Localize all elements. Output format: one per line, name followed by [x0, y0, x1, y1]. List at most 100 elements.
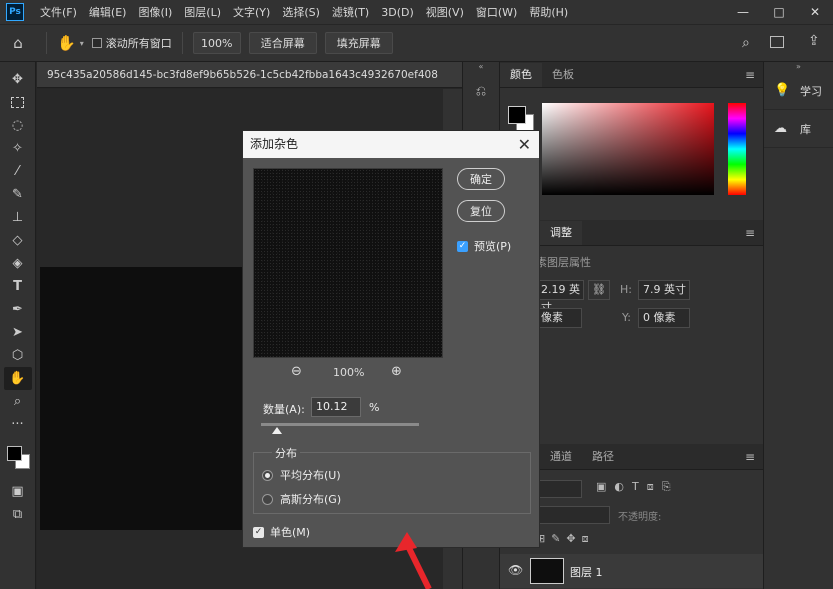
menu-filter[interactable]: 滤镜(T)	[326, 4, 375, 20]
amount-slider-thumb[interactable]	[271, 427, 282, 434]
tab-color[interactable]: 颜色	[500, 63, 542, 87]
layer-row[interactable]: 👁 图层 1	[500, 554, 763, 588]
document-tab[interactable]: 95c435a20586d145-bc3fd8ef9b65b526-1c5cb4…	[37, 62, 462, 88]
more-tools-icon[interactable]: ···	[4, 413, 32, 436]
menu-edit[interactable]: 编辑(E)	[83, 4, 133, 20]
quick-mask-icon[interactable]: ▣	[4, 480, 32, 503]
gaussian-radio[interactable]: 高斯分布(G)	[262, 491, 341, 507]
link-icon[interactable]: ⛓	[588, 280, 610, 300]
menu-image[interactable]: 图像(I)	[132, 4, 178, 20]
zoom-out-icon[interactable]: ⊖	[291, 364, 302, 379]
amount-field[interactable]: 10.12	[311, 397, 361, 417]
visibility-eye-icon[interactable]: 👁	[508, 563, 523, 577]
search-icon[interactable]: ⌕	[742, 35, 750, 51]
hue-slider[interactable]	[728, 103, 746, 195]
ok-button[interactable]: 确定	[457, 168, 505, 190]
color-field[interactable]	[542, 103, 714, 195]
shape-tool-icon[interactable]: ⬡	[4, 344, 32, 367]
width-field[interactable]: 2.19 英寸	[536, 280, 584, 314]
radio-selected-icon[interactable]	[262, 469, 273, 481]
checkbox-checked-icon[interactable]: ✓	[253, 526, 264, 538]
y-field[interactable]: 0 像素	[638, 308, 690, 328]
scroll-all-checkbox[interactable]: 滚动所有窗口	[91, 35, 172, 51]
maximize-button[interactable]: □	[761, 5, 797, 19]
hand-tool-icon[interactable]: ✋	[57, 34, 76, 52]
workspace-icon[interactable]	[770, 36, 784, 48]
tab-paths[interactable]: 路径	[582, 445, 624, 469]
foreground-color-swatch[interactable]	[508, 106, 526, 124]
foreground-color-swatch[interactable]	[6, 446, 22, 461]
color-swatches[interactable]	[3, 438, 33, 472]
tab-channels[interactable]: 通道	[540, 445, 582, 469]
magic-wand-tool-icon[interactable]: ✧	[4, 137, 32, 160]
path-select-tool-icon[interactable]: ➤	[4, 321, 32, 344]
menu-type[interactable]: 文字(Y)	[227, 4, 276, 20]
reset-button[interactable]: 复位	[457, 200, 505, 222]
tab-adjustments[interactable]: 调整	[540, 221, 582, 245]
screen-mode-icon[interactable]: ⧉	[4, 503, 32, 526]
pen-tool-icon[interactable]: ✒	[4, 298, 32, 321]
layer-name[interactable]: 图层 1	[570, 564, 603, 580]
amount-slider-track[interactable]	[261, 423, 419, 426]
x-field[interactable]: 像素	[536, 308, 582, 328]
eraser-tool-icon[interactable]: ◇	[4, 229, 32, 252]
library-item[interactable]: ☁ 库	[764, 110, 833, 148]
lasso-tool-icon[interactable]: ◌	[4, 114, 32, 137]
preview-label: 预览(P)	[474, 240, 512, 253]
height-field[interactable]: 7.9 英寸	[638, 280, 690, 300]
close-icon[interactable]: ✕	[518, 131, 531, 158]
move-tool-icon[interactable]: ✥	[4, 68, 32, 91]
panel-menu-icon[interactable]: ≡	[745, 226, 755, 240]
radio-unselected-icon[interactable]	[262, 493, 273, 505]
menu-view[interactable]: 视图(V)	[420, 4, 470, 20]
eyedropper-tool-icon[interactable]: ⁄	[4, 160, 32, 183]
zoom-tool-icon[interactable]: ⌕	[4, 390, 32, 413]
properties-title: 素图层属性	[536, 256, 591, 269]
hand-tool-icon[interactable]: ✋	[3, 367, 32, 390]
lightbulb-icon: 💡	[774, 83, 791, 98]
stamp-tool-icon[interactable]: ⊥	[4, 206, 32, 229]
monochrome-checkbox[interactable]: ✓ 单色(M)	[253, 524, 310, 540]
menu-3d[interactable]: 3D(D)	[375, 6, 420, 19]
menu-help[interactable]: 帮助(H)	[523, 4, 574, 20]
learn-item[interactable]: 💡 学习	[764, 72, 833, 110]
marquee-tool-icon[interactable]	[4, 91, 32, 114]
share-icon[interactable]: ⇪	[808, 33, 820, 49]
tab-swatches[interactable]: 色板	[542, 63, 584, 87]
layer-lock-icons[interactable]: ⊞✎✥⧈	[536, 532, 595, 546]
menu-select[interactable]: 选择(S)	[276, 4, 326, 20]
history-icon[interactable]: ⎌	[470, 84, 492, 106]
brush-tool-icon[interactable]: ✎	[4, 183, 32, 206]
panel-menu-icon[interactable]: ≡	[745, 68, 755, 82]
zoom-in-icon[interactable]: ⊕	[391, 364, 402, 379]
preview-checkbox[interactable]: ✓ 预览(P)	[457, 238, 511, 254]
checkbox-box[interactable]	[91, 38, 102, 48]
paint-bucket-tool-icon[interactable]: ◈	[4, 252, 32, 275]
menu-window[interactable]: 窗口(W)	[470, 4, 523, 20]
panel-menu-icon[interactable]: ≡	[745, 450, 755, 464]
collapse-icon[interactable]: »	[764, 62, 833, 72]
learn-panel: » 💡 学习 ☁ 库	[763, 62, 833, 589]
type-tool-icon[interactable]: T	[4, 275, 32, 298]
menu-layer[interactable]: 图层(L)	[178, 4, 227, 20]
menu-bar: Ps 文件(F) 编辑(E) 图像(I) 图层(L) 文字(Y) 选择(S) 滤…	[0, 0, 833, 24]
fill-screen-button[interactable]: 填充屏幕	[324, 32, 393, 54]
close-window-button[interactable]: ✕	[797, 5, 833, 19]
menu-file[interactable]: 文件(F)	[34, 4, 83, 20]
library-icon: ☁	[774, 121, 787, 136]
layer-filter-icons[interactable]: ▣◐T⧈⎘	[596, 480, 679, 494]
blend-mode-dropdown[interactable]	[536, 506, 610, 524]
layer-thumbnail[interactable]	[530, 558, 564, 584]
uniform-radio[interactable]: 平均分布(U)	[262, 467, 341, 483]
minimize-button[interactable]: —	[725, 5, 761, 19]
checkbox-checked-icon[interactable]: ✓	[457, 240, 468, 252]
zoom-100-button[interactable]: 100%	[192, 32, 241, 54]
home-icon[interactable]: ⌂	[0, 34, 36, 52]
noise-preview[interactable]	[253, 168, 443, 358]
collapse-icon[interactable]: «	[463, 62, 499, 72]
learn-label: 学习	[800, 84, 822, 98]
fit-screen-button[interactable]: 适合屏幕	[248, 32, 317, 54]
canvas-image[interactable]	[40, 267, 250, 530]
layer-kind-filter[interactable]	[536, 480, 582, 498]
chevron-down-icon[interactable]: ▾	[80, 39, 84, 48]
